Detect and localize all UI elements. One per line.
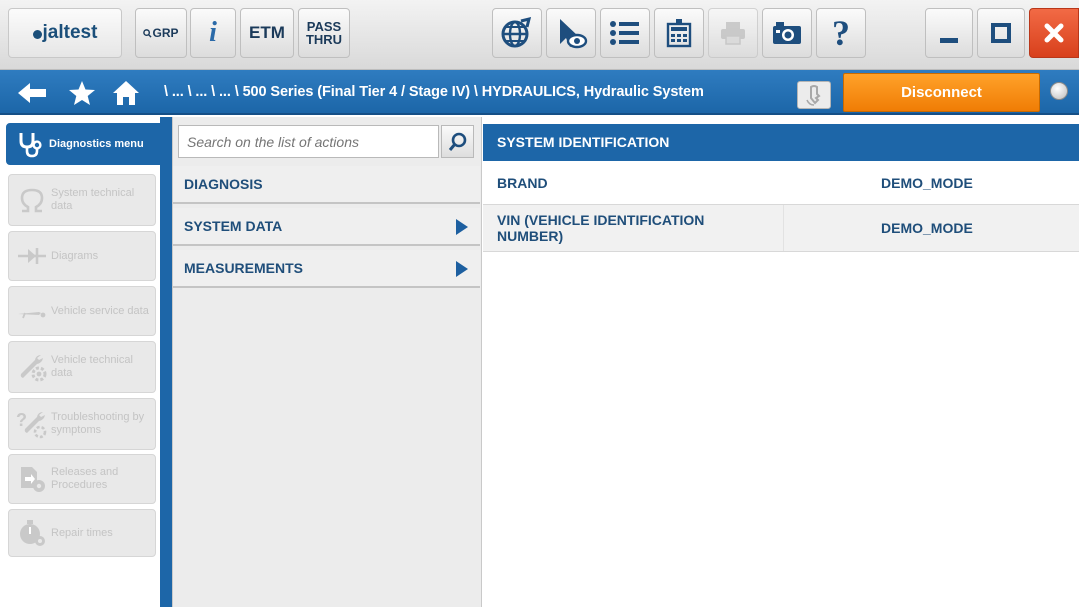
expand-arrow-icon <box>456 219 468 235</box>
etm-label: ETM <box>249 23 285 42</box>
action-label: MEASUREMENTS <box>184 260 304 276</box>
jaltest-logo: jaltest <box>8 8 122 58</box>
passthru-button[interactable]: PASS THRU <box>298 8 350 58</box>
actions-column: DIAGNOSIS SYSTEM DATA MEASUREMENTS <box>172 117 482 607</box>
menu-item-diagnostics[interactable]: Diagnostics menu <box>6 123 168 165</box>
dipstick-icon <box>15 299 49 323</box>
minimize-button[interactable] <box>925 8 973 58</box>
action-system-data[interactable]: SYSTEM DATA <box>173 208 480 246</box>
help-button[interactable]: ? <box>816 8 866 58</box>
menu-item-troubleshooting[interactable]: ? Troubleshooting by symptoms <box>8 398 156 450</box>
expand-arrow-icon <box>456 261 468 277</box>
stopwatch-icon <box>15 518 49 548</box>
menu-item-releases-procedures[interactable]: Releases and Procedures <box>8 454 156 504</box>
close-button[interactable] <box>1029 8 1079 58</box>
maximize-icon <box>991 23 1011 43</box>
search-button[interactable] <box>441 125 474 158</box>
passthru-line2: THRU <box>305 32 343 47</box>
panel-title: SYSTEM IDENTIFICATION <box>483 124 1079 161</box>
cursor-eye-icon <box>560 19 588 49</box>
table-row: BRAND DEMO_MODE <box>483 162 1079 205</box>
menu-item-label: Releases and Procedures <box>51 466 119 491</box>
home-icon <box>113 80 139 105</box>
menu-item-label: Diagnostics menu <box>49 137 144 150</box>
action-diagnosis[interactable]: DIAGNOSIS <box>173 166 480 204</box>
stethoscope-icon <box>13 130 47 158</box>
row-value: DEMO_MODE <box>881 175 973 191</box>
magnifier-icon <box>143 28 153 38</box>
search-input[interactable] <box>178 125 439 158</box>
print-button[interactable] <box>708 8 758 58</box>
svg-text:?: ? <box>16 410 27 430</box>
passthru-label: PASS THRU <box>306 20 342 46</box>
key-button[interactable] <box>797 81 831 109</box>
question-wrench-icon: ? <box>15 409 49 439</box>
favorites-button[interactable] <box>64 70 100 115</box>
connection-status-indicator <box>1050 82 1068 100</box>
info-button[interactable]: i <box>190 8 236 58</box>
list-button[interactable] <box>600 8 650 58</box>
menu-item-label: Vehicle service data <box>51 304 149 317</box>
star-icon <box>69 80 95 105</box>
logo-dot-icon <box>32 29 42 39</box>
app-window: jaltest GRP i ETM PASS THRU ? \ ... \ ..… <box>0 0 1079 607</box>
row-key: BRAND <box>497 175 548 191</box>
logo-text: jaltest <box>42 22 98 43</box>
main-toolbar: jaltest GRP i ETM PASS THRU ? <box>0 0 1079 70</box>
left-menu: Diagnostics menu System technical data D… <box>0 117 172 607</box>
diode-icon <box>15 244 49 268</box>
menu-item-system-technical-data[interactable]: System technical data <box>8 174 156 226</box>
maximize-button[interactable] <box>977 8 1025 58</box>
ignition-key-icon <box>806 85 821 106</box>
action-measurements[interactable]: MEASUREMENTS <box>173 250 480 288</box>
internet-button[interactable] <box>492 8 542 58</box>
back-button[interactable] <box>14 70 50 115</box>
minimize-icon <box>940 38 958 43</box>
table-row: VIN (VEHICLE IDENTIFICATION NUMBER) DEMO… <box>483 205 1079 252</box>
search-icon <box>448 132 466 151</box>
home-button[interactable] <box>108 70 144 115</box>
menu-item-vehicle-technical-data[interactable]: Vehicle technical data <box>8 341 156 393</box>
printer-icon <box>721 22 745 45</box>
grp-label: GRP <box>152 26 179 40</box>
list-icon <box>610 21 639 45</box>
menu-item-label: System technical data <box>51 187 135 212</box>
wrench-gear-icon <box>15 352 49 382</box>
disconnect-button[interactable]: Disconnect <box>843 73 1040 112</box>
menu-item-diagrams[interactable]: Diagrams <box>8 231 156 281</box>
menu-item-label: Diagrams <box>51 249 99 262</box>
calculator-icon <box>666 19 692 48</box>
menu-item-repair-times[interactable]: Repair times <box>8 509 156 557</box>
menu-item-label: Troubleshooting by symptoms <box>51 411 145 436</box>
document-gear-icon <box>15 464 49 494</box>
system-identification-panel: SYSTEM IDENTIFICATION BRAND DEMO_MODE VI… <box>483 117 1079 607</box>
action-label: SYSTEM DATA <box>184 218 283 234</box>
etm-button[interactable]: ETM <box>240 8 294 58</box>
row-key: VIN (VEHICLE IDENTIFICATION NUMBER) <box>497 212 705 244</box>
globe-icon <box>501 16 532 48</box>
screenshot-button[interactable] <box>762 8 812 58</box>
menu-item-vehicle-service-data[interactable]: Vehicle service data <box>8 286 156 336</box>
calculator-button[interactable] <box>654 8 704 58</box>
camera-icon <box>773 22 801 44</box>
row-value: DEMO_MODE <box>881 220 973 236</box>
info-icon: i <box>209 17 217 48</box>
left-menu-edge <box>160 117 172 607</box>
column-divider <box>783 205 784 251</box>
menu-item-label: Repair times <box>51 526 113 539</box>
close-icon <box>1044 23 1064 43</box>
remote-view-button[interactable] <box>546 8 596 58</box>
help-icon: ? <box>832 13 850 53</box>
breadcrumb: \ ... \ ... \ ... \ 500 Series (Final Ti… <box>164 84 704 100</box>
back-arrow-icon <box>18 82 46 103</box>
grp-search-button[interactable]: GRP <box>135 8 187 58</box>
menu-item-label: Vehicle technical data <box>51 354 133 379</box>
action-label: DIAGNOSIS <box>184 176 263 192</box>
omega-icon <box>15 186 49 214</box>
